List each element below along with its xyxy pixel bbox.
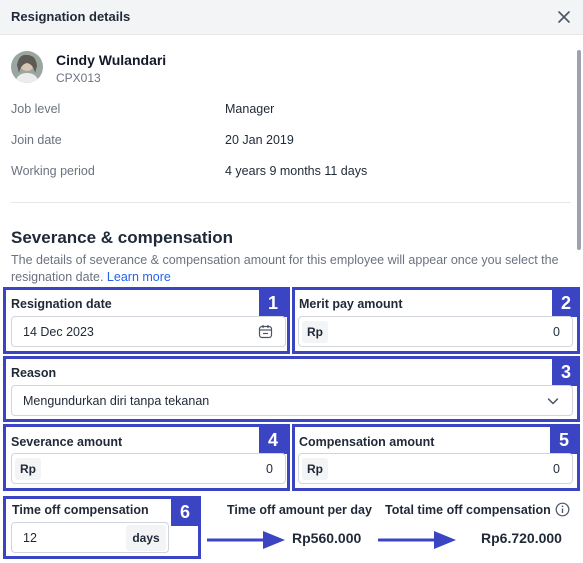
annotation-number-1: 1 — [259, 289, 287, 317]
merit-pay-label: Merit pay amount — [299, 297, 403, 311]
join-date-value: 20 Jan 2019 — [225, 133, 294, 147]
chevron-down-icon[interactable] — [546, 394, 560, 413]
total-time-off-value: Rp6.720.000 — [481, 530, 562, 546]
divider — [11, 202, 571, 203]
close-icon[interactable] — [553, 6, 575, 28]
working-period-label: Working period — [11, 164, 95, 178]
time-off-suffix: days — [126, 525, 166, 551]
join-date-label: Join date — [11, 133, 62, 147]
job-level-label: Job level — [11, 102, 61, 116]
compensation-prefix: Rp — [302, 458, 328, 480]
reason-value: Mengundurkan diri tanpa tekanan — [23, 394, 210, 408]
compensation-value: 0 — [553, 462, 560, 476]
working-period-value: 4 years 9 months 11 days — [225, 164, 368, 178]
time-off-value: 12 — [23, 531, 37, 545]
compensation-label: Compensation amount — [299, 435, 435, 449]
annotation-number-4: 4 — [259, 426, 287, 454]
annotation-number-5: 5 — [550, 426, 578, 454]
merit-pay-value: 0 — [553, 325, 560, 339]
annotation-number-2: 2 — [552, 289, 580, 317]
reason-select[interactable]: Mengundurkan diri tanpa tekanan — [11, 385, 573, 416]
arrow-right-icon — [376, 528, 458, 557]
merit-pay-input[interactable]: Rp 0 — [298, 316, 573, 347]
annotation-number-3: 3 — [552, 358, 580, 386]
time-off-per-day-value: Rp560.000 — [292, 530, 362, 546]
modal-title: Resignation details — [11, 9, 131, 24]
modal-header: Resignation details — [0, 0, 583, 35]
resignation-date-value: 14 Dec 2023 — [23, 325, 94, 339]
time-off-per-day-label: Time off amount per day — [227, 503, 372, 517]
scrollbar[interactable] — [577, 50, 581, 250]
info-icon[interactable] — [555, 502, 570, 522]
total-time-off-label: Total time off compensation — [385, 503, 551, 517]
avatar — [11, 51, 43, 83]
annotation-number-6: 6 — [171, 498, 199, 526]
job-level-value: Manager — [225, 102, 275, 116]
section-title: Severance & compensation — [11, 228, 234, 247]
resignation-date-label: Resignation date — [11, 297, 112, 311]
merit-pay-prefix: Rp — [302, 321, 328, 343]
section-description: The details of severance & compensation … — [11, 252, 571, 286]
compensation-input[interactable]: Rp 0 — [298, 453, 573, 484]
time-off-input[interactable]: 12 days — [11, 522, 169, 553]
time-off-label: Time off compensation — [12, 503, 149, 517]
employee-code: CPX013 — [56, 71, 101, 85]
arrow-right-icon — [205, 528, 287, 557]
severance-label: Severance amount — [11, 435, 123, 449]
section-description-text: The details of severance & compensation … — [11, 253, 559, 284]
learn-more-link[interactable]: Learn more — [107, 270, 171, 284]
resignation-date-input[interactable]: 14 Dec 2023 — [11, 316, 286, 347]
severance-input[interactable]: Rp 0 — [11, 453, 286, 484]
severance-value: 0 — [266, 462, 273, 476]
employee-name: Cindy Wulandari — [56, 52, 167, 68]
reason-label: Reason — [11, 366, 57, 380]
severance-prefix: Rp — [15, 458, 41, 480]
calendar-icon[interactable] — [258, 324, 273, 344]
